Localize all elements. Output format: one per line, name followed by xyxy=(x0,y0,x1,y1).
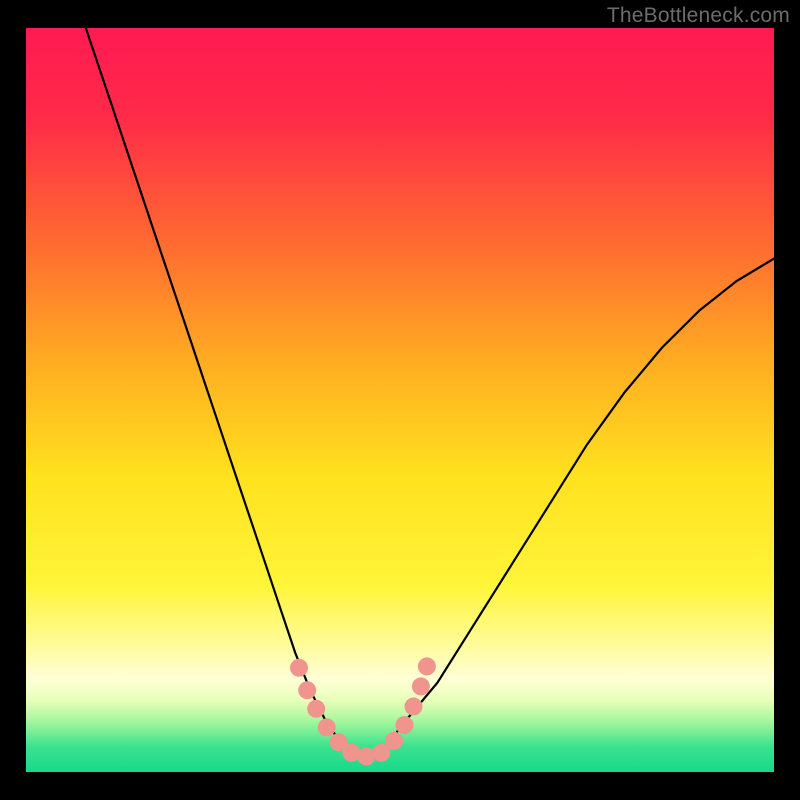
highlight-dot xyxy=(307,700,325,718)
highlight-dot xyxy=(418,657,436,675)
highlight-dot xyxy=(357,747,375,765)
chart-frame: { "watermark": "TheBottleneck.com", "cha… xyxy=(0,0,800,800)
highlight-dot xyxy=(298,681,316,699)
highlight-dot xyxy=(405,698,423,716)
highlight-dot xyxy=(385,732,403,750)
watermark-text: TheBottleneck.com xyxy=(607,4,790,28)
highlight-dot xyxy=(290,659,308,677)
highlight-dot xyxy=(318,718,336,736)
bottleneck-chart xyxy=(0,0,800,800)
highlight-dot xyxy=(396,716,414,734)
chart-plot-area xyxy=(26,28,774,772)
highlight-dot xyxy=(412,677,430,695)
